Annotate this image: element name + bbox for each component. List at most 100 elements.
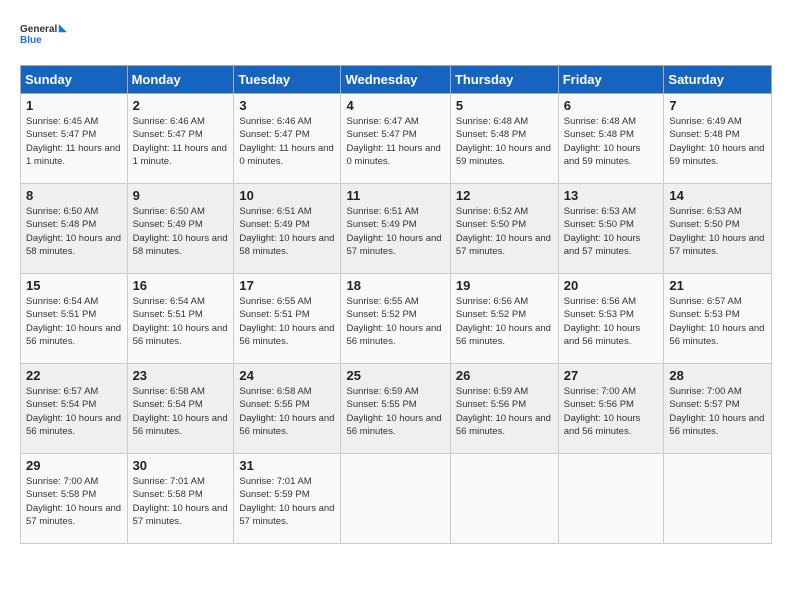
cell-week3-day4: 19 Sunrise: 6:56 AM Sunset: 5:52 PM Dayl… bbox=[450, 274, 558, 364]
cell-week1-day2: 3 Sunrise: 6:46 AM Sunset: 5:47 PM Dayli… bbox=[234, 94, 341, 184]
cell-week4-day5: 27 Sunrise: 7:00 AM Sunset: 5:56 PM Dayl… bbox=[558, 364, 664, 454]
day-number: 8 bbox=[26, 188, 122, 203]
day-number: 7 bbox=[669, 98, 766, 113]
week-row-2: 8 Sunrise: 6:50 AM Sunset: 5:48 PM Dayli… bbox=[21, 184, 772, 274]
day-info: Sunrise: 6:48 AM Sunset: 5:48 PM Dayligh… bbox=[456, 115, 553, 168]
cell-week2-day2: 10 Sunrise: 6:51 AM Sunset: 5:49 PM Dayl… bbox=[234, 184, 341, 274]
week-row-5: 29 Sunrise: 7:00 AM Sunset: 5:58 PM Dayl… bbox=[21, 454, 772, 544]
cell-week1-day6: 7 Sunrise: 6:49 AM Sunset: 5:48 PM Dayli… bbox=[664, 94, 772, 184]
cell-week2-day4: 12 Sunrise: 6:52 AM Sunset: 5:50 PM Dayl… bbox=[450, 184, 558, 274]
cell-week3-day2: 17 Sunrise: 6:55 AM Sunset: 5:51 PM Dayl… bbox=[234, 274, 341, 364]
logo: General Blue bbox=[20, 15, 70, 55]
day-number: 28 bbox=[669, 368, 766, 383]
header: General Blue bbox=[20, 15, 772, 55]
cell-week3-day3: 18 Sunrise: 6:55 AM Sunset: 5:52 PM Dayl… bbox=[341, 274, 450, 364]
day-info: Sunrise: 6:50 AM Sunset: 5:48 PM Dayligh… bbox=[26, 205, 122, 258]
cell-week4-day6: 28 Sunrise: 7:00 AM Sunset: 5:57 PM Dayl… bbox=[664, 364, 772, 454]
day-number: 23 bbox=[133, 368, 229, 383]
day-number: 22 bbox=[26, 368, 122, 383]
day-number: 18 bbox=[346, 278, 444, 293]
cell-week5-day4 bbox=[450, 454, 558, 544]
day-info: Sunrise: 7:00 AM Sunset: 5:56 PM Dayligh… bbox=[564, 385, 659, 438]
week-row-3: 15 Sunrise: 6:54 AM Sunset: 5:51 PM Dayl… bbox=[21, 274, 772, 364]
day-info: Sunrise: 6:53 AM Sunset: 5:50 PM Dayligh… bbox=[669, 205, 766, 258]
day-info: Sunrise: 6:46 AM Sunset: 5:47 PM Dayligh… bbox=[133, 115, 229, 168]
cell-week4-day0: 22 Sunrise: 6:57 AM Sunset: 5:54 PM Dayl… bbox=[21, 364, 128, 454]
day-info: Sunrise: 6:49 AM Sunset: 5:48 PM Dayligh… bbox=[669, 115, 766, 168]
day-info: Sunrise: 7:01 AM Sunset: 5:59 PM Dayligh… bbox=[239, 475, 335, 528]
cell-week1-day4: 5 Sunrise: 6:48 AM Sunset: 5:48 PM Dayli… bbox=[450, 94, 558, 184]
day-info: Sunrise: 6:52 AM Sunset: 5:50 PM Dayligh… bbox=[456, 205, 553, 258]
day-info: Sunrise: 6:55 AM Sunset: 5:51 PM Dayligh… bbox=[239, 295, 335, 348]
day-info: Sunrise: 7:00 AM Sunset: 5:57 PM Dayligh… bbox=[669, 385, 766, 438]
cell-week2-day6: 14 Sunrise: 6:53 AM Sunset: 5:50 PM Dayl… bbox=[664, 184, 772, 274]
header-tuesday: Tuesday bbox=[234, 66, 341, 94]
cell-week5-day5 bbox=[558, 454, 664, 544]
cell-week4-day2: 24 Sunrise: 6:58 AM Sunset: 5:55 PM Dayl… bbox=[234, 364, 341, 454]
cell-week3-day6: 21 Sunrise: 6:57 AM Sunset: 5:53 PM Dayl… bbox=[664, 274, 772, 364]
day-number: 27 bbox=[564, 368, 659, 383]
day-info: Sunrise: 6:47 AM Sunset: 5:47 PM Dayligh… bbox=[346, 115, 444, 168]
day-number: 2 bbox=[133, 98, 229, 113]
day-info: Sunrise: 6:54 AM Sunset: 5:51 PM Dayligh… bbox=[26, 295, 122, 348]
day-number: 26 bbox=[456, 368, 553, 383]
day-number: 29 bbox=[26, 458, 122, 473]
day-number: 3 bbox=[239, 98, 335, 113]
cell-week3-day0: 15 Sunrise: 6:54 AM Sunset: 5:51 PM Dayl… bbox=[21, 274, 128, 364]
day-number: 13 bbox=[564, 188, 659, 203]
header-saturday: Saturday bbox=[664, 66, 772, 94]
day-number: 14 bbox=[669, 188, 766, 203]
day-info: Sunrise: 7:00 AM Sunset: 5:58 PM Dayligh… bbox=[26, 475, 122, 528]
cell-week5-day1: 30 Sunrise: 7:01 AM Sunset: 5:58 PM Dayl… bbox=[127, 454, 234, 544]
day-number: 6 bbox=[564, 98, 659, 113]
logo-svg: General Blue bbox=[20, 15, 70, 55]
weekday-header-row: SundayMondayTuesdayWednesdayThursdayFrid… bbox=[21, 66, 772, 94]
svg-text:Blue: Blue bbox=[20, 35, 42, 46]
day-number: 21 bbox=[669, 278, 766, 293]
day-number: 1 bbox=[26, 98, 122, 113]
header-monday: Monday bbox=[127, 66, 234, 94]
day-number: 9 bbox=[133, 188, 229, 203]
cell-week5-day6 bbox=[664, 454, 772, 544]
day-number: 11 bbox=[346, 188, 444, 203]
day-number: 19 bbox=[456, 278, 553, 293]
day-info: Sunrise: 6:46 AM Sunset: 5:47 PM Dayligh… bbox=[239, 115, 335, 168]
day-number: 17 bbox=[239, 278, 335, 293]
cell-week1-day3: 4 Sunrise: 6:47 AM Sunset: 5:47 PM Dayli… bbox=[341, 94, 450, 184]
day-info: Sunrise: 6:54 AM Sunset: 5:51 PM Dayligh… bbox=[133, 295, 229, 348]
cell-week3-day1: 16 Sunrise: 6:54 AM Sunset: 5:51 PM Dayl… bbox=[127, 274, 234, 364]
day-number: 10 bbox=[239, 188, 335, 203]
cell-week5-day2: 31 Sunrise: 7:01 AM Sunset: 5:59 PM Dayl… bbox=[234, 454, 341, 544]
cell-week1-day0: 1 Sunrise: 6:45 AM Sunset: 5:47 PM Dayli… bbox=[21, 94, 128, 184]
svg-text:General: General bbox=[20, 24, 57, 35]
cell-week4-day3: 25 Sunrise: 6:59 AM Sunset: 5:55 PM Dayl… bbox=[341, 364, 450, 454]
day-info: Sunrise: 7:01 AM Sunset: 5:58 PM Dayligh… bbox=[133, 475, 229, 528]
cell-week5-day0: 29 Sunrise: 7:00 AM Sunset: 5:58 PM Dayl… bbox=[21, 454, 128, 544]
day-number: 31 bbox=[239, 458, 335, 473]
header-thursday: Thursday bbox=[450, 66, 558, 94]
cell-week1-day1: 2 Sunrise: 6:46 AM Sunset: 5:47 PM Dayli… bbox=[127, 94, 234, 184]
day-info: Sunrise: 6:59 AM Sunset: 5:56 PM Dayligh… bbox=[456, 385, 553, 438]
day-info: Sunrise: 6:56 AM Sunset: 5:53 PM Dayligh… bbox=[564, 295, 659, 348]
day-number: 5 bbox=[456, 98, 553, 113]
cell-week3-day5: 20 Sunrise: 6:56 AM Sunset: 5:53 PM Dayl… bbox=[558, 274, 664, 364]
day-info: Sunrise: 6:58 AM Sunset: 5:54 PM Dayligh… bbox=[133, 385, 229, 438]
cell-week4-day1: 23 Sunrise: 6:58 AM Sunset: 5:54 PM Dayl… bbox=[127, 364, 234, 454]
day-info: Sunrise: 6:56 AM Sunset: 5:52 PM Dayligh… bbox=[456, 295, 553, 348]
header-wednesday: Wednesday bbox=[341, 66, 450, 94]
day-info: Sunrise: 6:50 AM Sunset: 5:49 PM Dayligh… bbox=[133, 205, 229, 258]
cell-week2-day3: 11 Sunrise: 6:51 AM Sunset: 5:49 PM Dayl… bbox=[341, 184, 450, 274]
cell-week4-day4: 26 Sunrise: 6:59 AM Sunset: 5:56 PM Dayl… bbox=[450, 364, 558, 454]
calendar-table: SundayMondayTuesdayWednesdayThursdayFrid… bbox=[20, 65, 772, 544]
day-info: Sunrise: 6:58 AM Sunset: 5:55 PM Dayligh… bbox=[239, 385, 335, 438]
day-info: Sunrise: 6:57 AM Sunset: 5:53 PM Dayligh… bbox=[669, 295, 766, 348]
day-number: 16 bbox=[133, 278, 229, 293]
day-info: Sunrise: 6:59 AM Sunset: 5:55 PM Dayligh… bbox=[346, 385, 444, 438]
week-row-4: 22 Sunrise: 6:57 AM Sunset: 5:54 PM Dayl… bbox=[21, 364, 772, 454]
day-number: 12 bbox=[456, 188, 553, 203]
day-info: Sunrise: 6:57 AM Sunset: 5:54 PM Dayligh… bbox=[26, 385, 122, 438]
header-sunday: Sunday bbox=[21, 66, 128, 94]
day-number: 30 bbox=[133, 458, 229, 473]
cell-week2-day1: 9 Sunrise: 6:50 AM Sunset: 5:49 PM Dayli… bbox=[127, 184, 234, 274]
week-row-1: 1 Sunrise: 6:45 AM Sunset: 5:47 PM Dayli… bbox=[21, 94, 772, 184]
